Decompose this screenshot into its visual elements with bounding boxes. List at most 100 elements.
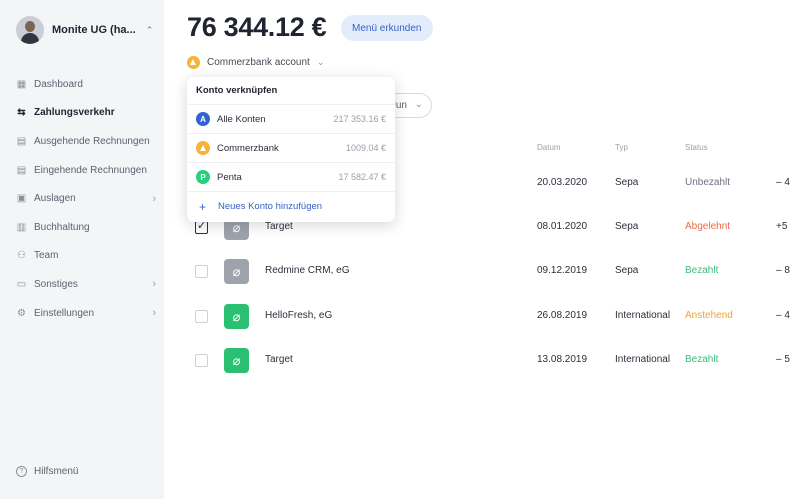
help-menu[interactable]: ? Hilfsmenü xyxy=(16,466,78,477)
status-badge: Abgelehnt xyxy=(685,221,731,232)
status-badge: Anstehend xyxy=(685,310,733,321)
row-checkbox[interactable] xyxy=(195,265,208,278)
sidebar-item-einstellungen[interactable]: ⚙ Einstellungen › xyxy=(16,299,156,328)
account-dropdown: Konto verknüpfen A Alle Konten 217 353.1… xyxy=(187,77,395,222)
account-option-penta[interactable]: P Penta 17 582.47 € xyxy=(187,163,395,192)
row-checkbox[interactable] xyxy=(195,354,208,367)
row-type: International xyxy=(615,354,671,365)
account-selector[interactable]: Commerzbank account ⌄ xyxy=(187,56,324,69)
row-date: 26.08.2019 xyxy=(537,310,588,321)
row-name: HelloFresh, eG xyxy=(265,310,333,321)
row-date: 08.01.2020 xyxy=(537,221,588,232)
chevron-right-icon: › xyxy=(152,307,156,320)
gear-icon: ⚙ xyxy=(17,307,26,319)
help-label: Hilfsmenü xyxy=(34,466,79,477)
box-icon: ▭ xyxy=(16,278,27,290)
sidebar-item-label: Zahlungsverkehr xyxy=(34,107,115,119)
attachment-icon: ⌀ xyxy=(224,304,249,329)
chevron-right-icon: › xyxy=(152,192,156,205)
all-accounts-icon: A xyxy=(196,112,210,126)
avatar xyxy=(16,16,44,44)
status-badge: Unbezahlt xyxy=(685,177,731,188)
sidebar-item-dashboard[interactable]: ▦ Dashboard xyxy=(16,70,156,99)
account-balance: 76 344.12 € xyxy=(187,12,327,42)
table-row[interactable]: ⌀ Redmine CRM, eG 09.12.2019 Sepa Bezahl… xyxy=(187,250,790,294)
question-icon: ? xyxy=(16,466,27,477)
sidebar-item-label: Team xyxy=(34,250,59,262)
row-type: Sepa xyxy=(615,265,639,276)
sidebar-item-eingehende-rechnungen[interactable]: ▤ Eingehende Rechnungen xyxy=(16,156,156,185)
status-badge: Bezahlt xyxy=(685,354,719,365)
chevron-down-icon: ⌄ xyxy=(316,57,325,67)
row-amount: – 5 65 xyxy=(776,354,790,365)
row-type: Sepa xyxy=(615,221,639,232)
add-account-label: Neues Konto hinzufügen xyxy=(218,201,323,212)
account-option-amount: 17 582.47 € xyxy=(338,172,386,182)
sidebar-item-buchhaltung[interactable]: ▥ Buchhaltung xyxy=(16,213,156,242)
sidebar-item-label: Ausgehende Rechnungen xyxy=(34,135,150,147)
status-badge: Bezahlt xyxy=(685,265,719,276)
column-header-type[interactable]: Typ xyxy=(615,143,628,152)
commerzbank-icon xyxy=(196,141,210,155)
row-checkbox[interactable] xyxy=(195,310,208,323)
account-option-label: Alle Konten xyxy=(217,113,266,125)
row-date: 09.12.2019 xyxy=(537,265,588,276)
row-name: Target xyxy=(265,221,293,232)
plus-icon: + xyxy=(198,199,206,214)
sidebar-item-zahlungsverkehr[interactable]: ⇆ Zahlungsverkehr xyxy=(16,99,156,128)
chevron-down-icon: ⌄ xyxy=(414,99,423,110)
sidebar-item-auslagen[interactable]: ▣ Auslagen › xyxy=(16,184,156,213)
row-date: 20.03.2020 xyxy=(537,177,588,188)
row-checkbox[interactable] xyxy=(195,219,208,234)
sidebar-item-label: Auslagen xyxy=(34,193,76,205)
sidebar-item-label: Dashboard xyxy=(34,78,83,90)
account-selector-label: Commerzbank account xyxy=(207,57,310,68)
sidebar-item-label: Einstellungen xyxy=(34,307,95,319)
account-option-label: Penta xyxy=(217,171,242,183)
wallet-icon: ▣ xyxy=(16,193,27,205)
account-option-label: Commerzbank xyxy=(217,142,279,154)
sidebar-item-ausgehende-rechnungen[interactable]: ▤ Ausgehende Rechnungen xyxy=(16,127,156,156)
row-amount: – 4 xyxy=(776,310,790,321)
sidebar-item-label: Sonstiges xyxy=(34,278,78,290)
sidebar-item-label: Buchhaltung xyxy=(34,221,90,233)
sidebar-item-label: Eingehende Rechnungen xyxy=(34,164,147,176)
attachment-icon: ⌀ xyxy=(224,259,249,284)
account-option-amount: 217 353.16 € xyxy=(333,114,386,124)
row-type: Sepa xyxy=(615,177,639,188)
chevron-right-icon: › xyxy=(152,278,156,291)
sidebar-item-team[interactable]: ⚇ Team xyxy=(16,242,156,271)
dropdown-title: Konto verknüpfen xyxy=(187,77,395,105)
row-amount: – 4 xyxy=(776,177,790,188)
ledger-icon: ▥ xyxy=(16,221,27,233)
row-amount: – 87 xyxy=(776,265,790,276)
grid-icon: ▦ xyxy=(16,78,27,90)
row-name: Target xyxy=(265,354,293,365)
commerzbank-icon xyxy=(187,56,200,69)
sidebar: Monite UG (ha... ⌃ ▦ Dashboard ⇆ Zahlung… xyxy=(0,0,164,499)
column-header-status[interactable]: Status xyxy=(685,143,708,152)
account-option-commerzbank[interactable]: Commerzbank 1009.04 € xyxy=(187,134,395,163)
penta-icon: P xyxy=(196,170,210,184)
attachment-icon: ⌀ xyxy=(224,348,249,373)
invoice-out-icon: ▤ xyxy=(16,135,27,147)
account-option-amount: 1009.04 € xyxy=(345,143,386,153)
team-icon: ⚇ xyxy=(17,250,26,262)
row-amount: +5 65 xyxy=(776,221,790,232)
invoice-in-icon: ▤ xyxy=(16,164,27,176)
account-option-all[interactable]: A Alle Konten 217 353.16 € xyxy=(187,105,395,134)
table-row[interactable]: ⌀ HelloFresh, eG 26.08.2019 Internationa… xyxy=(187,295,790,339)
add-account-button[interactable]: + Neues Konto hinzufügen xyxy=(187,192,395,221)
row-name: Redmine CRM, eG xyxy=(265,265,350,276)
column-header-date[interactable]: Datum xyxy=(537,143,561,152)
row-type: International xyxy=(615,310,671,321)
org-name: Monite UG (ha... xyxy=(52,24,136,36)
org-switcher[interactable]: Monite UG (ha... ⌃ xyxy=(16,16,153,44)
sidebar-item-sonstiges[interactable]: ▭ Sonstiges › xyxy=(16,270,156,299)
arrows-swap-icon: ⇆ xyxy=(17,107,26,119)
sidebar-nav: ▦ Dashboard ⇆ Zahlungsverkehr ▤ Ausgehen… xyxy=(16,70,156,327)
explore-menu-button[interactable]: Menü erkunden xyxy=(341,15,433,41)
chevron-updown-icon: ⌃ xyxy=(145,24,154,35)
row-date: 13.08.2019 xyxy=(537,354,588,365)
table-row[interactable]: ⌀ Target 13.08.2019 International Bezahl… xyxy=(187,339,790,383)
